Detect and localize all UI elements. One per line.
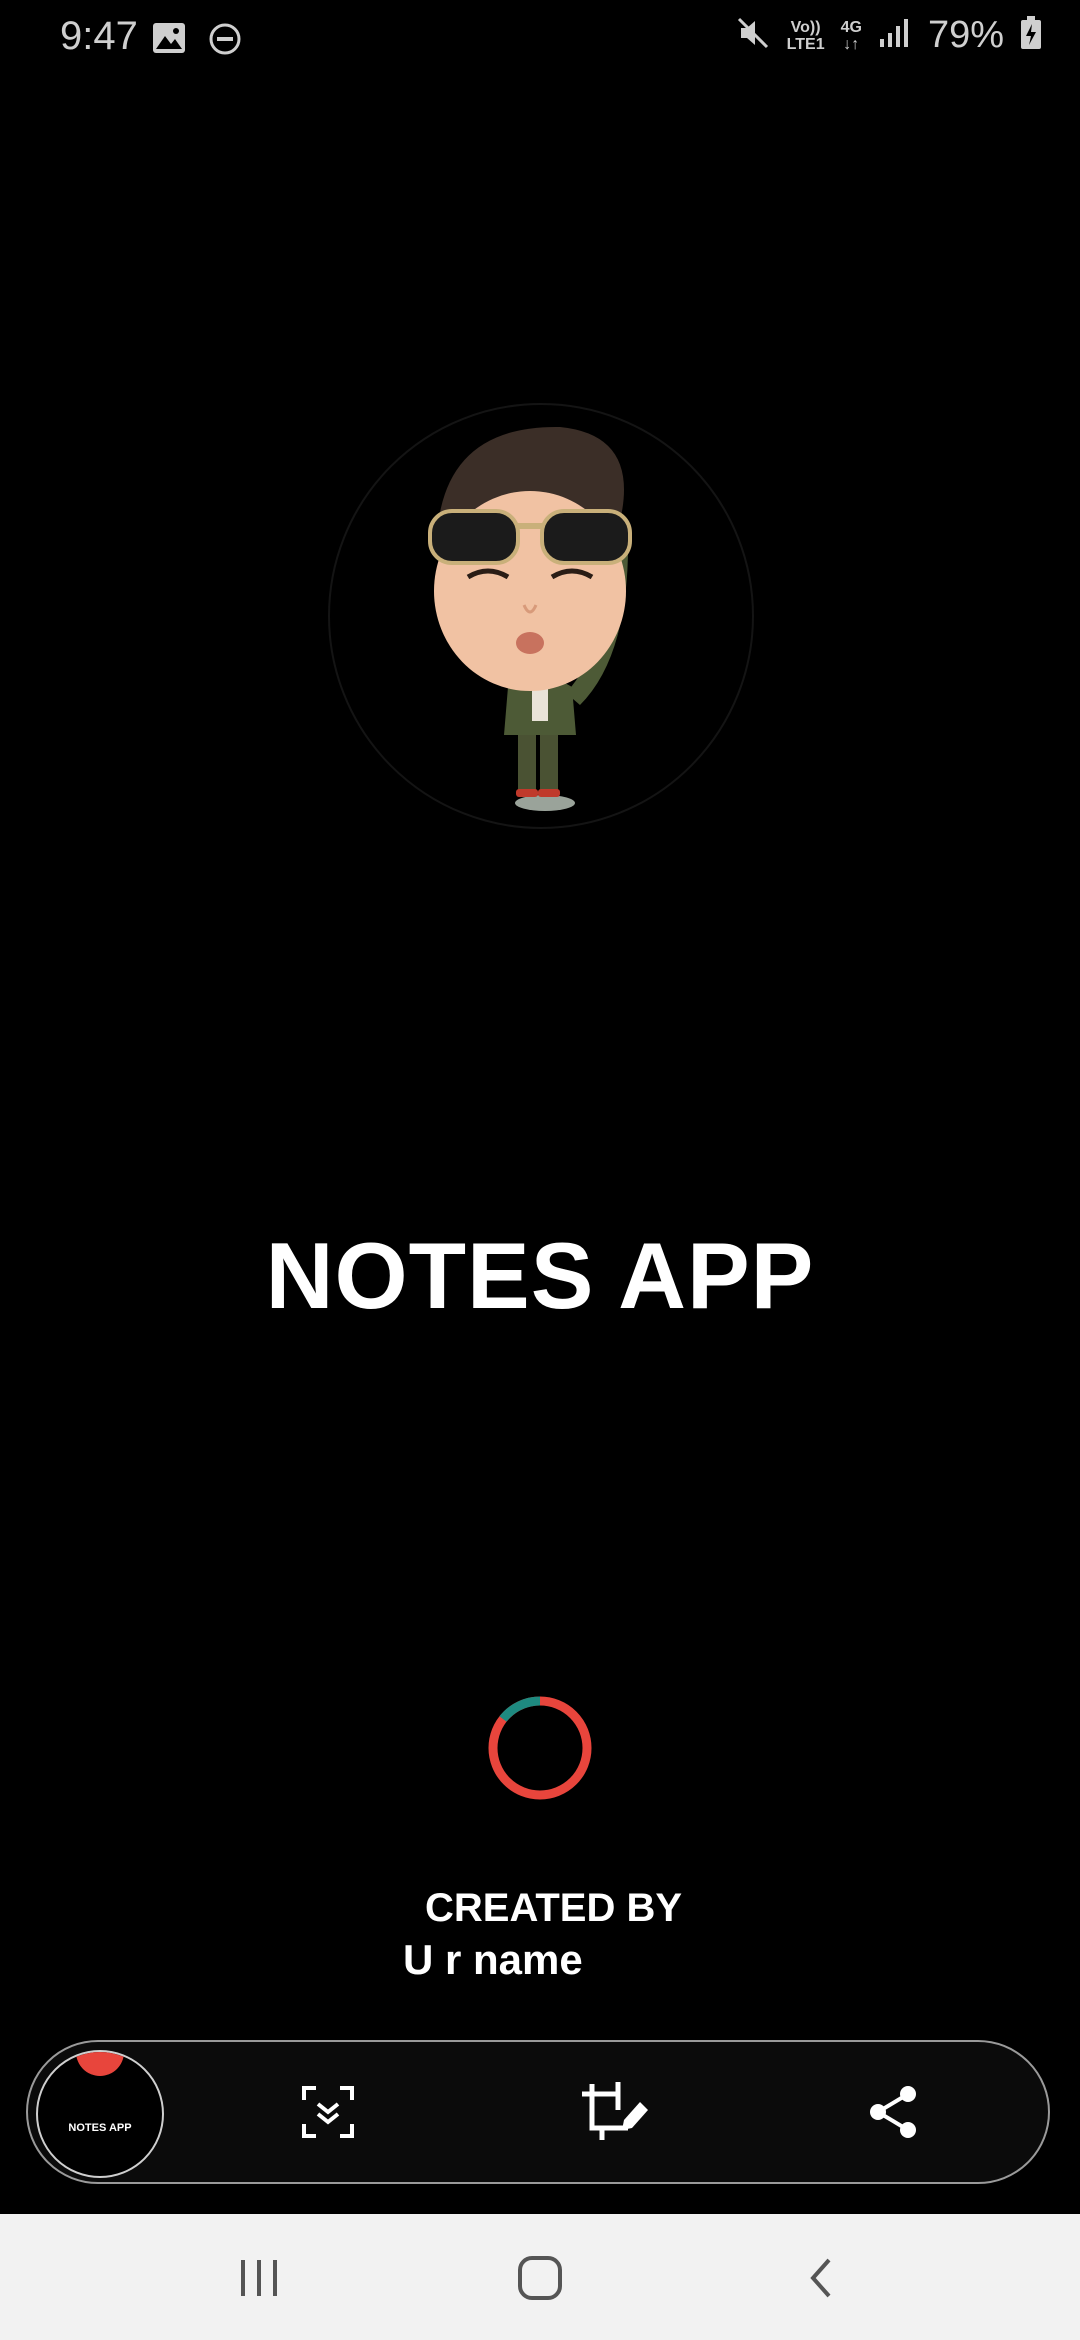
battery-percent: 79% xyxy=(927,14,1004,56)
screenshot-toolbar: NOTES APP xyxy=(26,2040,1050,2184)
recent-apps-icon xyxy=(241,2260,277,2296)
signal-icon xyxy=(878,17,912,54)
network-label: 4G xyxy=(840,18,862,36)
home-icon xyxy=(518,2256,562,2300)
thumbnail-spinner-dot xyxy=(76,2052,124,2076)
share-button[interactable] xyxy=(858,2076,930,2148)
status-right-icons: Vo)) LTE1 4G ↓↑ 79% xyxy=(735,14,1042,57)
share-icon xyxy=(870,2086,916,2138)
battery-icon xyxy=(1020,16,1042,55)
created-by-label: CREATED BY xyxy=(425,1886,683,1930)
avatar-sticker xyxy=(428,426,632,811)
status-time: 9:47 xyxy=(60,14,138,58)
scroll-capture-icon xyxy=(302,2086,354,2138)
status-bar: 9:47 Vo)) LTE1 4G ↓↑ 79% xyxy=(0,0,1080,84)
status-left-icons xyxy=(152,22,242,61)
scroll-capture-button[interactable] xyxy=(292,2076,364,2148)
recent-apps-button[interactable] xyxy=(224,2248,294,2308)
data-arrows-icon: ↓↑ xyxy=(843,35,860,53)
crop-edit-button[interactable] xyxy=(578,2076,650,2148)
spinner-icon xyxy=(488,1696,592,1800)
avatar xyxy=(328,403,754,829)
mute-icon xyxy=(735,15,771,56)
thumbnail-label: NOTES APP xyxy=(68,2122,132,2134)
home-button[interactable] xyxy=(505,2248,575,2308)
navigation-bar xyxy=(0,2214,1080,2340)
creator-name: U r name xyxy=(403,1936,583,1983)
gallery-icon xyxy=(152,22,186,61)
4g-icon: 4G ↓↑ xyxy=(841,19,862,53)
back-button[interactable] xyxy=(786,2248,856,2308)
screenshot-thumbnail[interactable]: NOTES APP xyxy=(36,2050,164,2178)
do-not-disturb-icon xyxy=(208,22,242,61)
crop-edit-icon xyxy=(582,2082,648,2140)
volte-label-bottom: LTE1 xyxy=(786,35,825,53)
volte-label-top: Vo)) xyxy=(790,18,821,36)
volte-icon: Vo)) LTE1 xyxy=(787,19,825,53)
app-title: NOTES APP xyxy=(265,1223,815,1328)
loading-spinner xyxy=(487,1695,593,1801)
back-icon xyxy=(810,2258,831,2298)
